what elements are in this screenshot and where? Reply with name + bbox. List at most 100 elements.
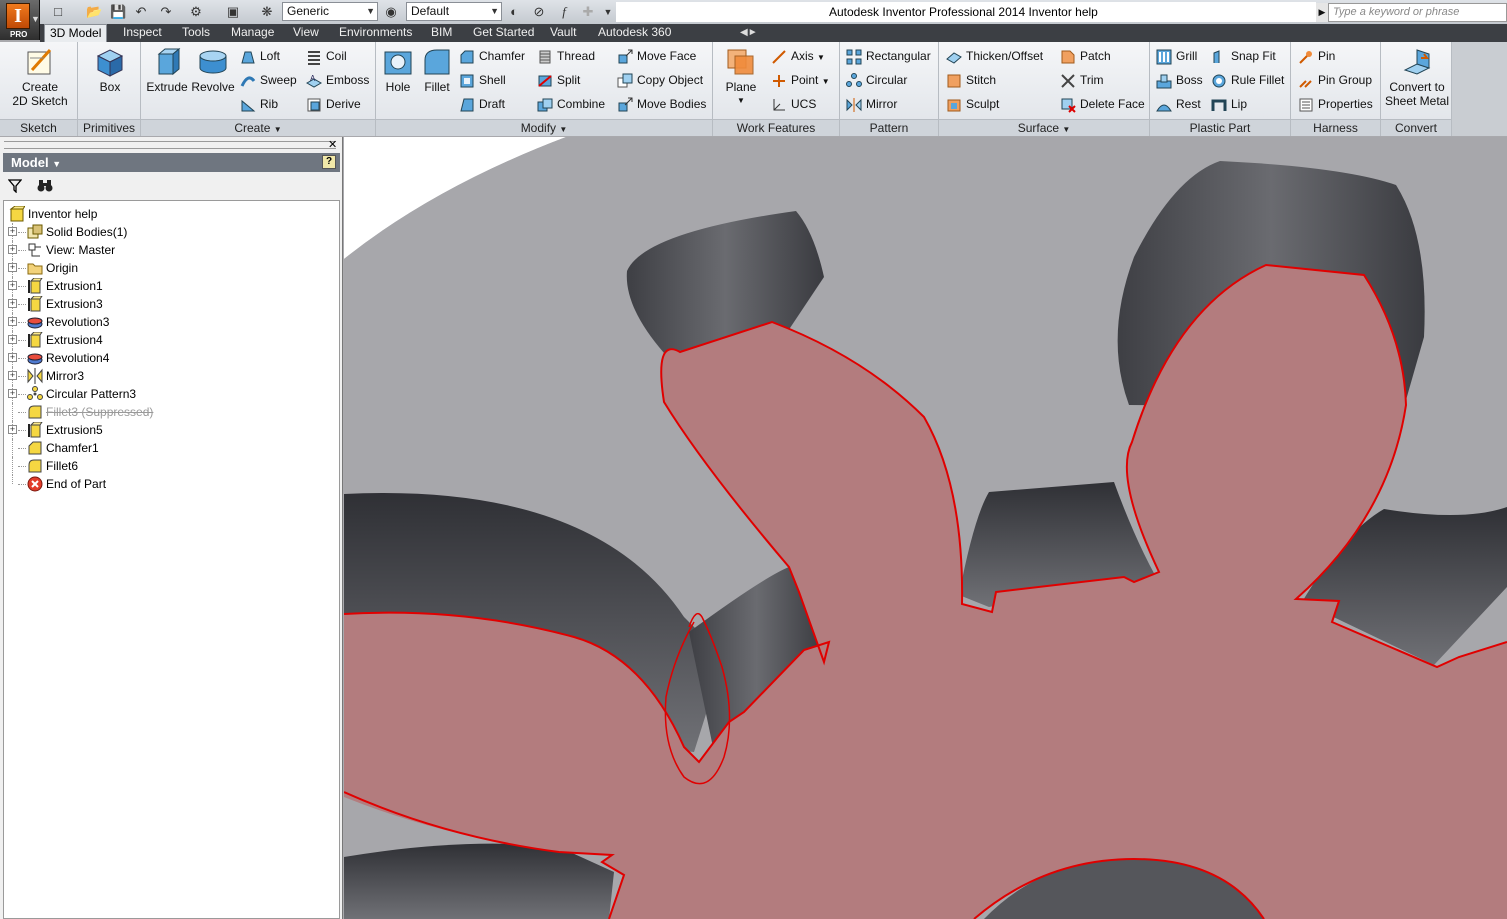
tree-row[interactable]: + Revolution3	[4, 313, 334, 331]
pin-button[interactable]: Pin	[1298, 47, 1335, 67]
delete-face-button[interactable]: Delete Face	[1060, 95, 1145, 115]
graphics-viewport[interactable]	[344, 137, 1507, 919]
tab-get-started[interactable]: Get Started	[468, 24, 539, 42]
plus-icon[interactable]: ✚	[580, 4, 596, 20]
tree-row[interactable]: + Mirror3	[4, 367, 334, 385]
copy-object-button[interactable]: Copy Object	[617, 71, 703, 91]
help-icon[interactable]: ?	[322, 155, 336, 169]
binoculars-icon[interactable]	[37, 179, 53, 193]
lip-button[interactable]: Lip	[1211, 95, 1247, 115]
tab-3d-model[interactable]: 3D Model	[44, 24, 108, 42]
gear-model-view[interactable]	[344, 137, 1507, 919]
patch-button[interactable]: Patch	[1060, 47, 1111, 67]
chamfer-button[interactable]: Chamfer	[459, 47, 525, 67]
harness-properties-button[interactable]: Properties	[1298, 95, 1373, 115]
tree-row[interactable]: + Extrusion5	[4, 421, 334, 439]
revolve-button[interactable]: Revolve	[190, 46, 236, 94]
tree-row[interactable]: Fillet3 (Suppressed)	[4, 403, 334, 421]
move-face-button[interactable]: Move Face	[617, 47, 696, 67]
split-button[interactable]: Split	[537, 71, 580, 91]
expand-icon[interactable]: +	[8, 389, 17, 398]
shell-button[interactable]: Shell	[459, 71, 506, 91]
panel-label-surface[interactable]: Surface ▼	[939, 119, 1149, 136]
expand-icon[interactable]: +	[8, 281, 17, 290]
tree-row[interactable]: + Solid Bodies(1)	[4, 223, 334, 241]
combine-button[interactable]: Combine	[537, 95, 605, 115]
tree-row[interactable]: + Extrusion3	[4, 295, 334, 313]
update-icon[interactable]: ⚙	[188, 4, 204, 20]
panel-label-create[interactable]: Create ▼	[141, 119, 375, 136]
search-input[interactable]: Type a keyword or phrase	[1328, 3, 1507, 22]
hole-button[interactable]: Hole	[380, 46, 416, 94]
tree-row[interactable]: Fillet6	[4, 457, 334, 475]
appearance-combo[interactable]: Default ▼	[406, 2, 502, 21]
point-button[interactable]: Point ▼	[771, 71, 830, 91]
extrude-button[interactable]: Extrude	[146, 46, 188, 94]
color-wheel-icon[interactable]: ❋	[259, 4, 275, 20]
browser-grip[interactable]	[4, 141, 336, 149]
tab-bim[interactable]: BIM	[426, 24, 457, 42]
tab-tools[interactable]: Tools	[177, 24, 215, 42]
axis-button[interactable]: Axis ▼	[771, 47, 825, 67]
tab-environments[interactable]: Environments	[334, 24, 417, 42]
expand-icon[interactable]: +	[8, 353, 17, 362]
material-combo[interactable]: Generic ▼	[282, 2, 378, 21]
tree-row[interactable]: Chamfer1	[4, 439, 334, 457]
tab-vault[interactable]: Vault	[545, 24, 581, 42]
thread-button[interactable]: Thread	[537, 47, 595, 67]
redo-icon[interactable]: ↷	[158, 4, 174, 20]
mirror-button[interactable]: Mirror	[846, 95, 897, 115]
appearance-icon[interactable]: ◉	[383, 4, 399, 20]
tree-row[interactable]: + Revolution4	[4, 349, 334, 367]
loft-button[interactable]: Loft	[240, 47, 280, 67]
tab-manage[interactable]: Manage	[226, 24, 279, 42]
expand-icon[interactable]: +	[8, 317, 17, 326]
ribbon-options-icon[interactable]: ◀►	[740, 27, 758, 38]
tree-row[interactable]: Inventor help	[4, 205, 334, 223]
pin-group-button[interactable]: Pin Group	[1298, 71, 1372, 91]
adjust-icon[interactable]: ◐	[506, 4, 522, 20]
tab-view[interactable]: View	[288, 24, 324, 42]
select-icon[interactable]: ▣	[225, 4, 241, 20]
tree-row[interactable]: + Circular Pattern3	[4, 385, 334, 403]
rib-button[interactable]: Rib	[240, 95, 278, 115]
save-icon[interactable]: 💾	[110, 4, 126, 20]
undo-icon[interactable]: ↶	[133, 4, 149, 20]
grill-button[interactable]: Grill	[1156, 47, 1197, 67]
expand-icon[interactable]: +	[8, 371, 17, 380]
expand-icon[interactable]: +	[8, 299, 17, 308]
expand-icon[interactable]: +	[8, 425, 17, 434]
expand-icon[interactable]: +	[8, 335, 17, 344]
move-bodies-button[interactable]: Move Bodies	[617, 95, 706, 115]
tab-inspect[interactable]: Inspect	[118, 24, 167, 42]
convert-to-sheet-metal-button[interactable]: Convert to Sheet Metal	[1383, 46, 1451, 108]
customize-icon[interactable]: ▼	[600, 4, 616, 20]
tree-row[interactable]: + Extrusion4	[4, 331, 334, 349]
application-menu-button[interactable]: I PRO ▼	[0, 0, 40, 40]
tree-row[interactable]: + Extrusion1	[4, 277, 334, 295]
open-icon[interactable]: 📂	[86, 4, 102, 20]
thicken-offset-button[interactable]: Thicken/Offset	[946, 47, 1043, 67]
rule-fillet-button[interactable]: Rule Fillet	[1211, 71, 1284, 91]
close-icon[interactable]: ✕	[328, 138, 337, 151]
panel-label-modify[interactable]: Modify ▼	[376, 119, 712, 136]
expand-icon[interactable]: +	[8, 227, 17, 236]
tab-autodesk-360[interactable]: Autodesk 360	[593, 24, 676, 42]
sculpt-button[interactable]: Sculpt	[946, 95, 999, 115]
emboss-button[interactable]: A Emboss	[306, 71, 369, 91]
boss-button[interactable]: Boss	[1156, 71, 1203, 91]
fx-icon[interactable]: f	[556, 4, 572, 20]
browser-header[interactable]: Model ▼ ?	[3, 153, 340, 172]
coil-button[interactable]: Coil	[306, 47, 347, 67]
draft-button[interactable]: Draft	[459, 95, 505, 115]
stitch-button[interactable]: Stitch	[946, 71, 996, 91]
clear-appearance-icon[interactable]: ⊘	[531, 4, 547, 20]
circular-pattern-button[interactable]: Circular	[846, 71, 907, 91]
rectangular-pattern-button[interactable]: Rectangular	[846, 47, 931, 67]
snap-fit-button[interactable]: Snap Fit	[1211, 47, 1276, 67]
plane-button[interactable]: Plane ▼	[721, 46, 761, 108]
ucs-button[interactable]: UCS	[771, 95, 816, 115]
tree-row[interactable]: + Origin	[4, 259, 334, 277]
rest-button[interactable]: Rest	[1156, 95, 1201, 115]
expand-icon[interactable]: +	[8, 263, 17, 272]
